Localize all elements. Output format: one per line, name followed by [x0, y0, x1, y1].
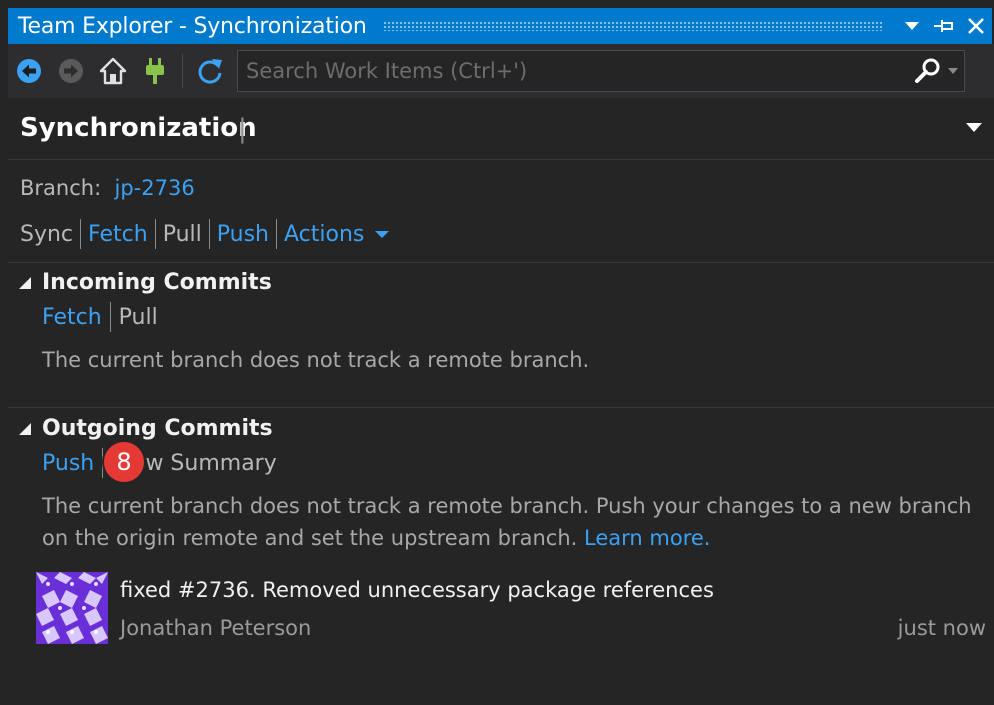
search-input[interactable]: [238, 51, 908, 91]
incoming-message: The current branch does not track a remo…: [42, 348, 590, 372]
search-button[interactable]: [908, 51, 964, 91]
search-box: [237, 50, 965, 92]
action-separator: [80, 219, 82, 249]
section-divider: [8, 262, 994, 263]
page-title[interactable]: Synchronization: [20, 113, 257, 143]
fetch-link[interactable]: Fetch: [88, 222, 148, 247]
home-icon: [99, 57, 127, 85]
expand-triangle-icon: [19, 276, 31, 289]
refresh-button[interactable]: [189, 51, 231, 91]
link-separator: [109, 302, 111, 332]
pin-icon: [934, 20, 953, 32]
team-explorer-panel: Synchronization | Branch: jp-2736 Sync F…: [8, 98, 994, 705]
commit-message: fixed #2736. Removed unnecessary package…: [120, 578, 714, 602]
section-divider: [8, 407, 994, 408]
commit-row[interactable]: fixed #2736. Removed unnecessary package…: [36, 572, 986, 652]
pin-button[interactable]: [928, 8, 960, 44]
plug-icon: [146, 58, 164, 84]
outgoing-message-text: The current branch does not track a remo…: [42, 494, 972, 550]
outgoing-commits-title: Outgoing Commits: [42, 416, 273, 441]
branch-label: Branch:: [20, 176, 102, 200]
outgoing-message: The current branch does not track a remo…: [42, 490, 987, 554]
search-dropdown-icon: [948, 68, 958, 74]
toolbar: [8, 44, 994, 98]
toolbar-separator: [182, 54, 183, 88]
incoming-commits-title: Incoming Commits: [42, 270, 272, 295]
refresh-icon: [198, 59, 222, 84]
pull-action: Pull: [162, 221, 202, 247]
outgoing-push-link[interactable]: Push: [42, 451, 94, 476]
step-number-badge: 8: [102, 440, 146, 484]
connect-button[interactable]: [134, 51, 176, 91]
search-icon: [915, 58, 940, 83]
commit-time: just now: [897, 616, 986, 640]
dropdown-menu-button[interactable]: [896, 8, 928, 44]
incoming-fetch-link[interactable]: Fetch: [42, 305, 102, 330]
avatar: [36, 572, 108, 644]
window-title: Team Explorer - Synchronization: [18, 13, 367, 39]
back-arrow-icon: [17, 59, 41, 83]
action-separator: [275, 219, 277, 249]
outgoing-commits-header[interactable]: Outgoing Commits: [18, 416, 273, 441]
action-separator: [208, 219, 210, 249]
expand-triangle-icon: [19, 422, 31, 435]
actions-menu[interactable]: Actions: [284, 222, 364, 247]
home-button[interactable]: [92, 51, 134, 91]
forward-arrow-icon: [59, 59, 83, 83]
forward-button[interactable]: [50, 51, 92, 91]
action-separator: [154, 219, 156, 249]
push-link[interactable]: Push: [217, 222, 269, 247]
sync-action: Sync: [20, 221, 74, 247]
outgoing-commits-section: Outgoing Commits Push View Summary 8 The…: [8, 416, 994, 705]
incoming-links: Fetch Pull: [42, 302, 158, 332]
incoming-pull-action: Pull: [118, 304, 158, 330]
close-button[interactable]: [960, 8, 992, 44]
title-caret: |: [238, 114, 247, 144]
chevron-down-icon: [905, 22, 919, 30]
branch-link[interactable]: jp-2736: [115, 176, 195, 200]
title-grip[interactable]: [382, 21, 882, 31]
page-menu-dropdown-icon[interactable]: [964, 120, 984, 134]
close-icon: [968, 18, 984, 34]
outgoing-links: Push View Summary: [42, 448, 277, 478]
commit-author: Jonathan Peterson: [120, 616, 312, 640]
title-bar: Team Explorer - Synchronization: [8, 8, 992, 44]
page-header: Synchronization |: [8, 98, 994, 160]
actions-dropdown-icon[interactable]: [374, 229, 390, 239]
incoming-commits-header[interactable]: Incoming Commits: [18, 270, 272, 295]
learn-more-link[interactable]: Learn more.: [584, 526, 710, 550]
sync-actions: Sync Fetch Pull Push Actions: [20, 218, 390, 250]
incoming-commits-section: Incoming Commits Fetch Pull The current …: [8, 270, 994, 410]
branch-row: Branch: jp-2736: [20, 176, 195, 200]
back-button[interactable]: [8, 51, 50, 91]
